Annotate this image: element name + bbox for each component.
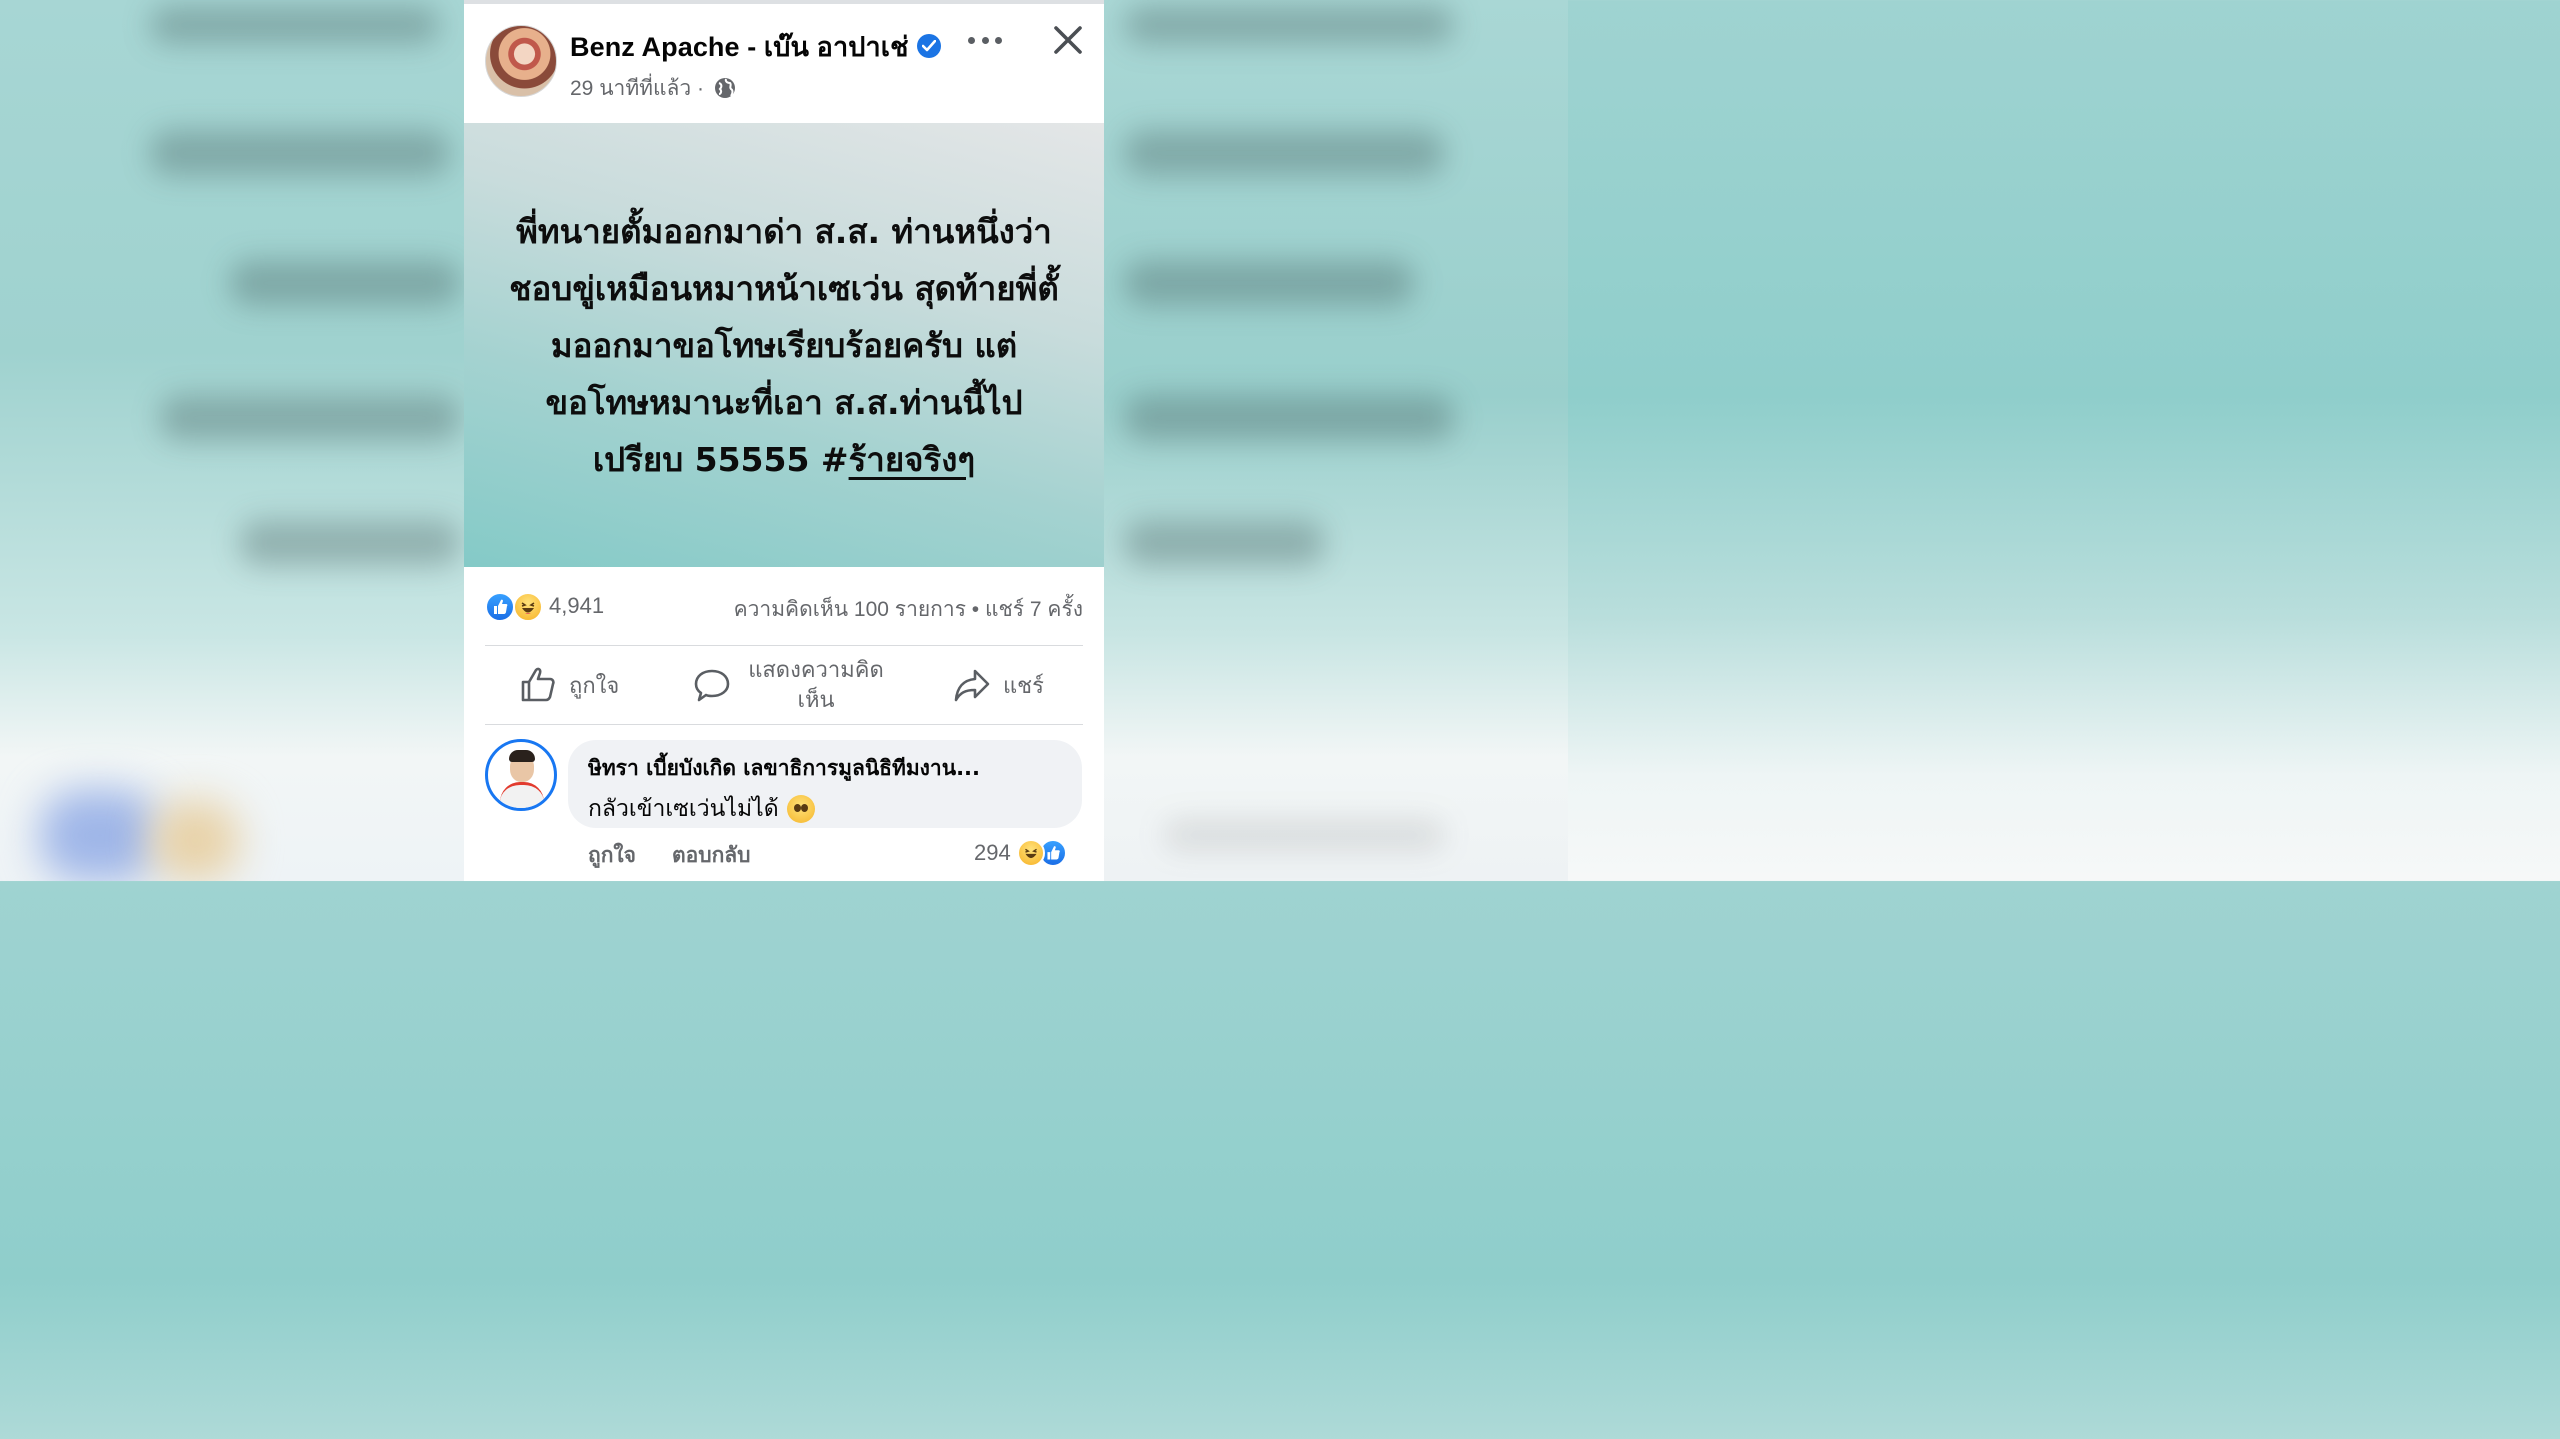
reaction-count[interactable]: 4,941 [549, 593, 604, 619]
haha-reaction-icon [513, 592, 543, 622]
share-arrow-icon [954, 669, 990, 702]
author-name[interactable]: Benz Apache - เบ๊น อาปาเช่ [570, 25, 909, 68]
reaction-stats: 4,941 ความคิดเห็น 100 รายการ • แชร์ 7 คร… [485, 588, 1083, 626]
action-bar: ถูกใจ แสดงความคิดเห็น แชร์ [485, 646, 1083, 724]
comment-bubble[interactable]: ษิทรา เบี้ยบังเกิด เลขาธิการมูลนิธิทีมงา… [568, 740, 1082, 828]
banner-text: พี่ทนายตั้มออกมาด่า ส.ส. ท่านหนึ่งว่าชอบ… [504, 203, 1064, 488]
teary-face-emoji-icon [786, 795, 815, 823]
more-options-icon[interactable] [968, 28, 1002, 52]
post-text-banner: พี่ทนายตั้มออกมาด่า ส.ส. ท่านหนึ่งว่าชอบ… [464, 123, 1104, 567]
comment-reaction-count: 294 [974, 840, 1011, 865]
commenter-name[interactable]: ษิทรา เบี้ยบังเกิด เลขาธิการมูลนิธิทีมงา… [588, 752, 1062, 785]
background-left [0, 0, 464, 881]
comments-shares-count[interactable]: ความคิดเห็น 100 รายการ • แชร์ 7 ครั้ง [734, 593, 1083, 626]
post-header: Benz Apache - เบ๊น อาปาเช่ 29 นาทีที่แล้… [464, 4, 1104, 123]
post-meta: 29 นาทีที่แล้ว · [570, 74, 736, 102]
close-icon[interactable] [1052, 24, 1084, 56]
post-card: Benz Apache - เบ๊น อาปาเช่ 29 นาทีที่แล้… [464, 0, 1104, 881]
comment-body: กลัวเข้าเซเว่นไม่ได้ [588, 796, 779, 822]
comment-like-button[interactable]: ถูกใจ [588, 839, 636, 872]
globe-icon[interactable] [714, 77, 736, 99]
comment-reactions[interactable]: 294 [974, 836, 1067, 870]
reaction-icons[interactable] [485, 592, 545, 622]
comment-text: กลัวเข้าเซเว่นไม่ได้ [588, 791, 1062, 827]
author-row: Benz Apache - เบ๊น อาปาเช่ [570, 28, 941, 64]
comment-actions: ถูกใจ ตอบกลับ [588, 838, 787, 872]
haha-reaction-icon [1016, 839, 1045, 867]
banner-body: พี่ทนายตั้มออกมาด่า ส.ส. ท่านหนึ่งว่าชอบ… [509, 211, 1059, 479]
background-right [1104, 0, 1568, 881]
comment-reply-button[interactable]: ตอบกลับ [672, 839, 751, 872]
hashtag-link[interactable]: ร้ายจริงๆ [849, 440, 976, 479]
speech-bubble-icon [694, 669, 730, 702]
share-button[interactable]: แชร์ [953, 646, 1044, 724]
like-label: ถูกใจ [569, 672, 620, 698]
actions-divider [485, 724, 1083, 725]
comment-label: แสดงความคิดเห็น [748, 657, 884, 712]
comment-button[interactable]: แสดงความคิดเห็น [693, 646, 891, 724]
share-label: แชร์ [1003, 672, 1044, 698]
verified-badge-icon [916, 34, 941, 58]
author-avatar[interactable] [485, 25, 557, 97]
post-timestamp[interactable]: 29 นาทีที่แล้ว · [570, 72, 704, 105]
like-reaction-icon [485, 592, 515, 622]
commenter-avatar[interactable] [485, 739, 557, 811]
like-button[interactable]: ถูกใจ [519, 646, 619, 724]
thumbs-up-icon [521, 667, 555, 702]
